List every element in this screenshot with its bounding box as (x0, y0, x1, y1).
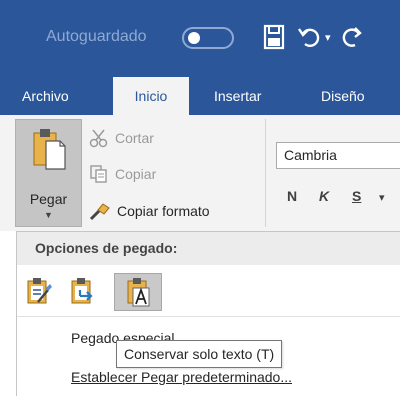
keep-source-format-icon-glyph (27, 278, 52, 304)
ribbon-tabs: Archivo Inicio Insertar Diseño (0, 77, 400, 115)
keep-text-only-icon-glyph (127, 278, 150, 307)
undo-dropdown-icon[interactable]: ▾ (325, 31, 331, 44)
paste-options-header: Opciones de pegado: (17, 232, 400, 265)
paste-button[interactable]: Pegar ▼ (15, 119, 82, 227)
format-painter-button[interactable]: Copiar formato (89, 198, 210, 224)
paste-label: Pegar (29, 191, 68, 207)
set-default-paste-item[interactable]: Establecer Pegar predeterminado... (71, 369, 292, 385)
cut-button[interactable]: Cortar (89, 125, 154, 151)
font-family-box[interactable]: Cambria (276, 142, 400, 169)
format-painter-label: Copiar formato (117, 203, 210, 219)
format-painter-icon (89, 203, 110, 221)
save-icon[interactable] (263, 24, 285, 50)
clipboard-icon (33, 129, 66, 170)
paste-options-menu: Opciones de pegado: Pegado especial... E… (16, 231, 400, 396)
tooltip: Conservar solo texto (T) (116, 340, 283, 368)
cut-label: Cortar (115, 130, 154, 146)
group-divider (265, 119, 266, 227)
keep-text-only-icon[interactable] (114, 273, 162, 311)
tab-archivo[interactable]: Archivo (22, 77, 69, 115)
underline-button[interactable]: S (352, 188, 361, 204)
merge-format-icon-glyph (71, 278, 93, 304)
paste-dropdown-icon: ▼ (44, 210, 53, 220)
toggle-knob (188, 32, 200, 44)
copy-button[interactable]: Copiar (89, 161, 156, 187)
scissors-icon (89, 129, 108, 148)
autosave-toggle[interactable] (182, 27, 234, 49)
copy-icon (90, 165, 107, 183)
redo-icon[interactable] (341, 24, 365, 50)
underline-dropdown-icon[interactable]: ▾ (379, 191, 385, 204)
tab-diseno[interactable]: Diseño (321, 77, 365, 115)
undo-icon[interactable] (297, 24, 321, 50)
title-bar: Autoguardado ▾ (0, 0, 400, 77)
bold-button[interactable]: N (287, 188, 297, 204)
merge-format-icon[interactable] (68, 274, 98, 308)
tab-inicio[interactable]: Inicio (113, 77, 189, 115)
italic-button[interactable]: K (319, 188, 329, 204)
autosave-label: Autoguardado (46, 28, 147, 45)
copy-label: Copiar (115, 166, 157, 182)
keep-source-format-icon[interactable] (24, 274, 54, 308)
tab-insertar[interactable]: Insertar (214, 77, 261, 115)
ribbon-home: Pegar ▼ Cortar Copiar Copiar formato Cam… (0, 115, 400, 231)
menu-divider (17, 316, 400, 317)
